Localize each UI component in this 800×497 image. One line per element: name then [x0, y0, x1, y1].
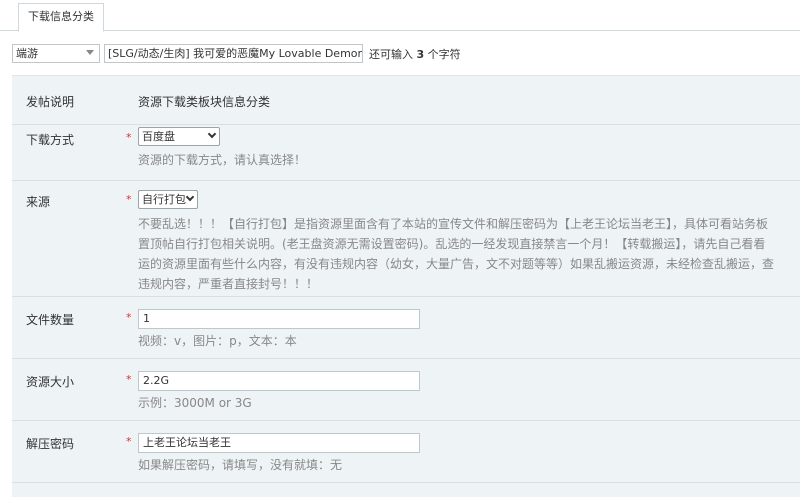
- password-hint: 如果解压密码，请填写，没有就填：无: [138, 458, 343, 472]
- chevron-down-icon: [185, 192, 195, 202]
- source-hint-line: 置顶帖自行打包相关说明。(老王盘资源无需设置密码)。乱选的一经发现直接禁言一个月…: [138, 237, 766, 251]
- chevron-down-icon: [207, 129, 217, 139]
- intro-label: 发帖说明: [26, 95, 75, 109]
- required-mark: *: [126, 131, 132, 144]
- subject-input[interactable]: [SLG/动态/生肉] 我可爱的恶魔My Lovable Demon v0.9.…: [104, 44, 363, 63]
- source-hint-line: 运的资源里面有些什么内容，有没有违规内容（幼女，大量广告，文不对题等等）如果乱搬…: [138, 257, 775, 271]
- row-password: 解压密码 * 上老王论坛当老王 如果解压密码，请填写，没有就填：无: [12, 421, 800, 483]
- thread-type-value: 端游: [16, 47, 38, 60]
- chevron-down-icon: [86, 50, 94, 55]
- download-method-label: 下载方式: [26, 133, 75, 147]
- counter-value: 3: [416, 48, 425, 61]
- classification-form: 发帖说明 资源下载类板块信息分类 下载方式 * 百度盘 资源的下载方式，请认真选…: [12, 75, 800, 497]
- intro-value: 资源下载类板块信息分类: [138, 95, 271, 109]
- source-hint-line: 不要乱选！！！【自行打包】是指资源里面含有了本站的宣传文件和解压密码为【上老王论…: [138, 217, 769, 231]
- required-mark: *: [126, 193, 132, 206]
- counter-prefix: 还可输入: [369, 48, 413, 61]
- required-mark: *: [126, 311, 132, 324]
- size-label: 资源大小: [26, 375, 75, 389]
- char-counter: 还可输入 3 个字符: [369, 46, 461, 62]
- size-hint: 示例：3000M or 3G: [138, 396, 252, 410]
- source-label: 来源: [26, 195, 51, 209]
- thread-type-row: 端游 [SLG/动态/生肉] 我可爱的恶魔My Lovable Demon v0…: [0, 44, 800, 64]
- counter-suffix: 个字符: [427, 48, 461, 61]
- row-intro: 发帖说明 资源下载类板块信息分类: [12, 76, 800, 125]
- source-hint-line: 违规内容，严重者直接封号！！！: [138, 277, 319, 291]
- file-count-input[interactable]: 1: [138, 309, 420, 329]
- download-method-hint: 资源的下载方式，请认真选择！: [138, 153, 307, 167]
- row-size: 资源大小 * 2.2G 示例：3000M or 3G: [12, 359, 800, 421]
- password-input[interactable]: 上老王论坛当老王: [138, 433, 420, 453]
- tab-download-info[interactable]: 下载信息分类: [18, 3, 104, 32]
- download-method-value: 百度盘: [142, 130, 175, 143]
- file-count-label: 文件数量: [26, 313, 75, 327]
- required-mark: *: [126, 373, 132, 386]
- file-count-hint: 视频：v，图片：p，文本：本: [138, 334, 297, 348]
- password-label: 解压密码: [26, 437, 75, 451]
- row-source: 来源 * 自行打包 不要乱选！！！【自行打包】是指资源里面含有了本站的宣传文件和…: [12, 181, 800, 297]
- tab-bar: 下载信息分类: [0, 0, 800, 32]
- size-input[interactable]: 2.2G: [138, 371, 420, 391]
- thread-type-select[interactable]: 端游: [12, 44, 100, 63]
- download-method-select[interactable]: 百度盘: [138, 127, 220, 146]
- source-select[interactable]: 自行打包: [138, 190, 198, 209]
- required-mark: *: [126, 435, 132, 448]
- row-file-count: 文件数量 * 1 视频：v，图片：p，文本：本: [12, 297, 800, 359]
- row-download-method: 下载方式 * 百度盘 资源的下载方式，请认真选择！: [12, 125, 800, 181]
- source-value: 自行打包: [142, 193, 186, 206]
